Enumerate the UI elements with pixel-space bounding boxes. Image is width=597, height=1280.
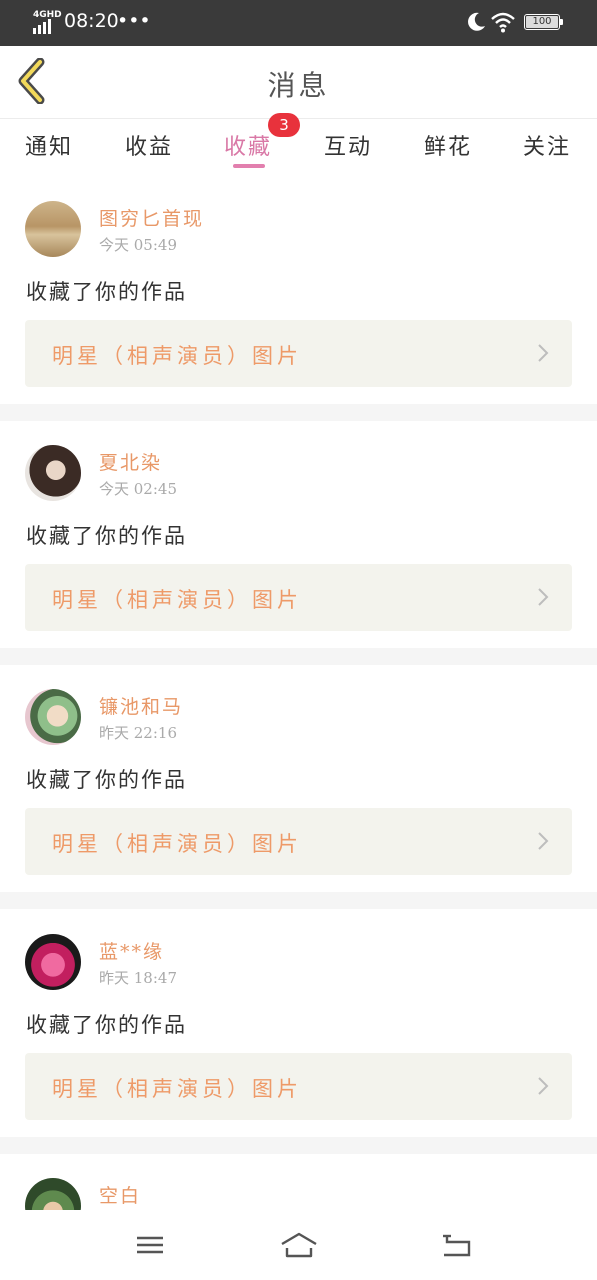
battery-tip [560, 19, 563, 25]
battery-icon: 100 [524, 14, 560, 30]
work-link[interactable]: 明星（相声演员）图片 [25, 808, 572, 875]
avatar[interactable] [25, 1178, 81, 1210]
avatar[interactable] [25, 934, 81, 990]
tab-earnings[interactable]: 收益 [125, 129, 173, 161]
user-name[interactable]: 蓝**缘 [99, 937, 164, 964]
tab-bar: 通知 收益 收藏 3 互动 鲜花 关注 [0, 113, 597, 177]
tab-favorites[interactable]: 收藏 [224, 129, 272, 161]
active-tab-indicator [233, 164, 265, 168]
user-name[interactable]: 图穷匕首现 [99, 204, 204, 231]
message-time: 今天 05:49 [99, 236, 177, 254]
message-item: 空白 [0, 1159, 597, 1210]
message-text: 收藏了你的作品 [26, 768, 187, 792]
message-item: 夏北染 今天 02:45 收藏了你的作品 明星（相声演员）图片 [0, 426, 597, 654]
header: 消息 [0, 46, 597, 119]
more-indicator: ••• [117, 10, 151, 32]
divider [0, 1137, 597, 1154]
home-icon[interactable] [280, 1230, 318, 1260]
avatar[interactable] [25, 689, 81, 745]
page-title: 消息 [267, 69, 330, 102]
chevron-right-icon [538, 344, 549, 362]
chevron-right-icon [538, 588, 549, 606]
message-time: 昨天 18:47 [99, 969, 177, 987]
work-link[interactable]: 明星（相声演员）图片 [25, 320, 572, 387]
moon-icon [468, 12, 485, 31]
message-item: 镰池和马 昨天 22:16 收藏了你的作品 明星（相声演员）图片 [0, 670, 597, 898]
work-title: 明星（相声演员）图片 [52, 832, 302, 856]
message-time: 今天 02:45 [99, 480, 177, 498]
back-icon[interactable] [439, 1230, 473, 1260]
unread-badge: 3 [268, 113, 300, 137]
wifi-icon [491, 12, 515, 33]
chevron-right-icon [538, 1077, 549, 1095]
avatar[interactable] [25, 201, 81, 257]
work-link[interactable]: 明星（相声演员）图片 [25, 564, 572, 631]
tab-notifications[interactable]: 通知 [25, 129, 73, 161]
status-bar: 4GHD 08:20 ••• 100 [0, 0, 597, 46]
message-text: 收藏了你的作品 [26, 280, 187, 304]
signal-icon: 4GHD [33, 10, 62, 34]
clock: 08:20 [64, 10, 119, 32]
work-title: 明星（相声演员）图片 [52, 1077, 302, 1101]
system-nav-bar [0, 1210, 597, 1280]
tab-flowers[interactable]: 鲜花 [424, 129, 472, 161]
message-text: 收藏了你的作品 [26, 1013, 187, 1037]
user-name[interactable]: 镰池和马 [99, 692, 183, 719]
battery-level: 100 [532, 16, 552, 27]
message-item: 蓝**缘 昨天 18:47 收藏了你的作品 明星（相声演员）图片 [0, 915, 597, 1143]
tab-following[interactable]: 关注 [523, 129, 571, 161]
divider [0, 404, 597, 421]
message-text: 收藏了你的作品 [26, 524, 187, 548]
user-name[interactable]: 夏北染 [99, 448, 162, 475]
message-item: 图穷匕首现 今天 05:49 收藏了你的作品 明星（相声演员）图片 [0, 182, 597, 410]
avatar[interactable] [25, 445, 81, 501]
user-name[interactable]: 空白 [99, 1181, 141, 1208]
divider [0, 648, 597, 665]
tab-interactions[interactable]: 互动 [324, 129, 372, 161]
menu-icon[interactable] [133, 1230, 167, 1260]
chevron-right-icon [538, 832, 549, 850]
work-title: 明星（相声演员）图片 [52, 344, 302, 368]
work-title: 明星（相声演员）图片 [52, 588, 302, 612]
divider [0, 892, 597, 909]
message-time: 昨天 22:16 [99, 724, 177, 742]
work-link[interactable]: 明星（相声演员）图片 [25, 1053, 572, 1120]
